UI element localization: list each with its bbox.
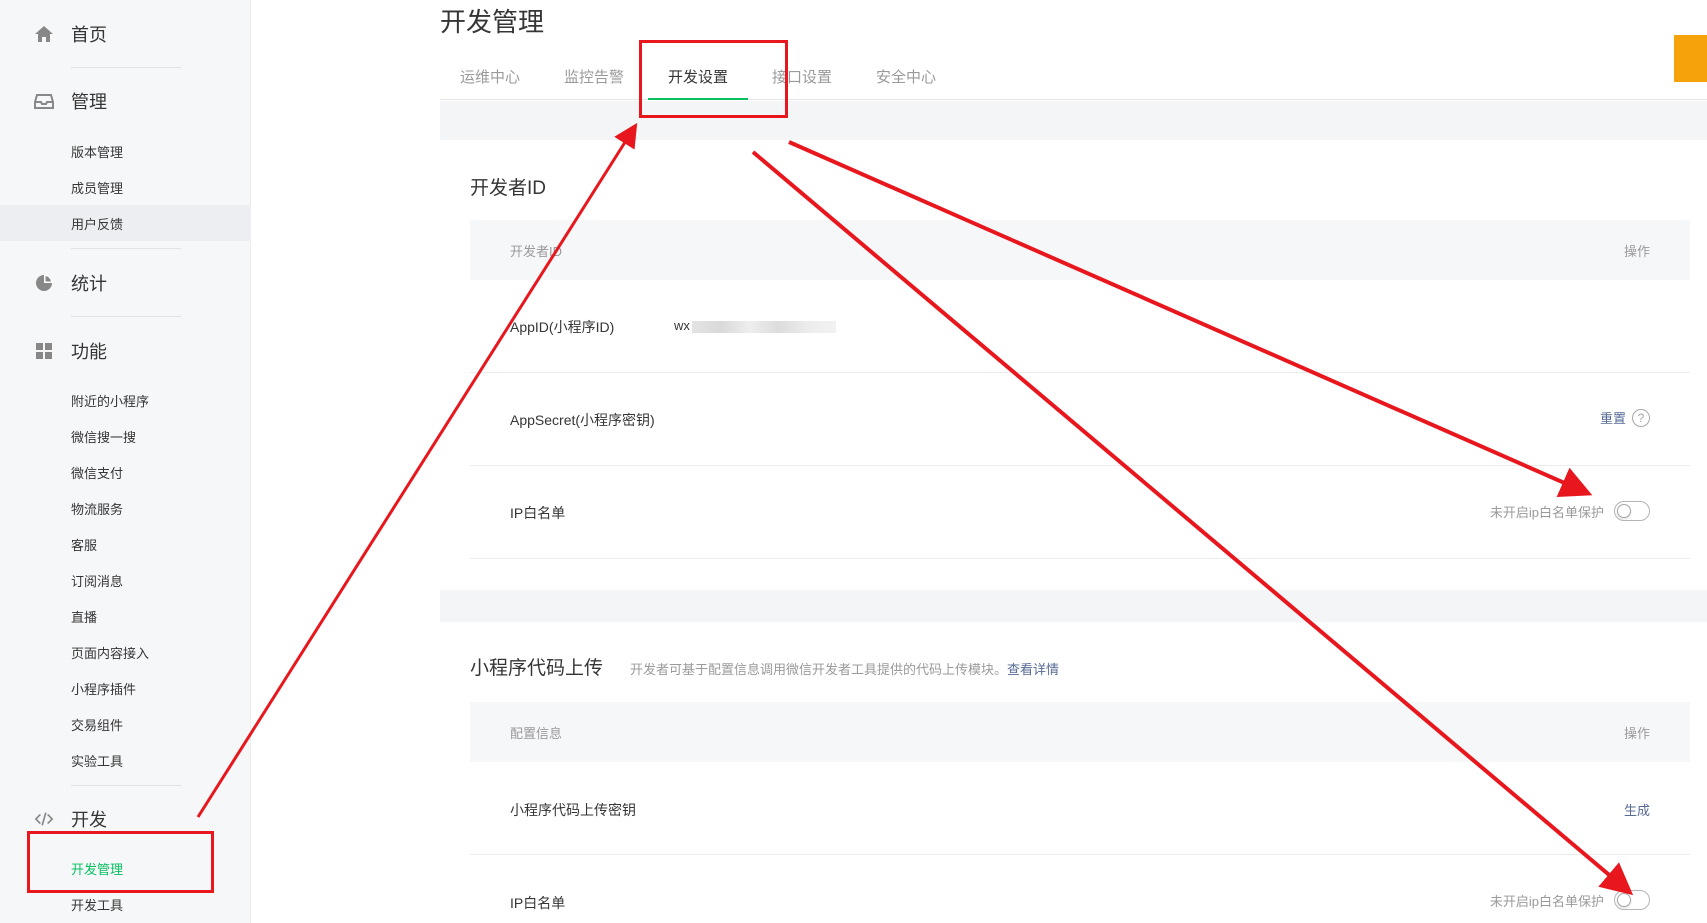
switch-status: 未开启ip白名单保护	[1489, 504, 1604, 520]
sidebar-item-label: 交易组件	[71, 717, 124, 733]
sidebar-item-live[interactable]: 直播	[0, 598, 251, 634]
nav-manage-label: 管理	[71, 92, 107, 112]
table-row: IP白名单 未开启ip白名单保护	[470, 855, 1690, 923]
sidebar-item-label: 版本管理	[71, 144, 124, 160]
upload-key-label: 小程序代码上传密钥	[510, 802, 636, 818]
sidebar-item-label: 客服	[71, 537, 98, 553]
ip-whitelist-toggle[interactable]	[1614, 501, 1650, 521]
tab-highlight-box	[639, 40, 788, 118]
ip-whitelist-toggle[interactable]	[1614, 890, 1650, 910]
sidebar-item-lab[interactable]: 实验工具	[0, 742, 251, 778]
sidebar-item-nearby[interactable]: 附近的小程序	[0, 382, 251, 418]
grid-icon	[34, 341, 54, 361]
divider	[71, 785, 181, 786]
table-row: 小程序代码上传密钥 生成	[470, 762, 1690, 855]
nav-stats-label: 统计	[71, 274, 107, 294]
nav-home-label: 首页	[71, 25, 107, 45]
sidebar-item-label: 物流服务	[71, 501, 124, 517]
inbox-icon	[34, 91, 54, 111]
code-upload-card: 小程序代码上传 开发者可基于配置信息调用微信开发者工具提供的代码上传模块。查看详…	[440, 622, 1707, 923]
home-icon	[34, 24, 54, 44]
toggle-knob	[1617, 893, 1631, 907]
tab-security[interactable]: 安全中心	[876, 56, 936, 100]
appid-label: AppID(小程序ID)	[510, 319, 615, 335]
sidebar-item-members[interactable]: 成员管理	[0, 169, 251, 205]
tab-ops[interactable]: 运维中心	[460, 56, 520, 100]
table-row: IP白名单 未开启ip白名单保护	[470, 466, 1690, 559]
appsecret-label: AppSecret(小程序密钥)	[510, 412, 655, 428]
pie-chart-icon	[34, 273, 54, 293]
sidebar-item-label: 成员管理	[71, 180, 124, 196]
divider	[71, 67, 181, 68]
sidebar-item-feedback[interactable]: 用户反馈	[0, 205, 251, 241]
sidebar-item-service[interactable]: 客服	[0, 526, 251, 562]
developer-id-card: 开发者ID 开发者ID 操作 AppID(小程序ID) wx AppSecret…	[440, 140, 1707, 590]
sidebar-item-label: 附近的小程序	[71, 393, 150, 409]
ip-whitelist-control: 未开启ip白名单保护	[1490, 890, 1650, 910]
column-header: 操作	[1623, 726, 1650, 741]
corner-widget[interactable]	[1674, 35, 1707, 82]
nav-dev-label: 开发	[71, 810, 107, 830]
table-row: AppSecret(小程序密钥) 重置 ?	[470, 373, 1690, 466]
divider	[71, 316, 181, 317]
tab-monitor[interactable]: 监控告警	[564, 56, 624, 100]
card-description: 开发者可基于配置信息调用微信开发者工具提供的代码上传模块。查看详情	[630, 662, 1060, 677]
nav-features-label: 功能	[71, 342, 107, 362]
help-icon[interactable]: ?	[1632, 408, 1650, 427]
sidebar: 首页 管理 版本管理 成员管理 用户反馈 统计 功能 附近的小程序 微信搜一搜 …	[0, 0, 251, 923]
tab-bar: 运维中心 监控告警 开发设置 接口设置 安全中心	[440, 56, 1707, 100]
sidebar-item-trade[interactable]: 交易组件	[0, 706, 251, 742]
sidebar-item-label: 微信搜一搜	[71, 429, 137, 445]
sidebar-item-version[interactable]: 版本管理	[0, 133, 251, 169]
divider	[71, 248, 181, 249]
generate-link[interactable]: 生成	[1624, 800, 1650, 819]
sidebar-highlight-box	[27, 831, 214, 893]
nav-stats[interactable]: 统计	[0, 263, 251, 303]
sidebar-item-plugin[interactable]: 小程序插件	[0, 670, 251, 706]
appsecret-actions: 重置 ?	[1600, 408, 1650, 427]
page-title: 开发管理	[440, 7, 545, 37]
sidebar-item-label: 微信支付	[71, 465, 124, 481]
nav-manage[interactable]: 管理	[0, 81, 251, 121]
sidebar-item-label: 直播	[71, 609, 98, 625]
ip-whitelist-label: IP白名单	[510, 895, 566, 911]
ip-whitelist-control: 未开启ip白名单保护	[1490, 501, 1650, 521]
column-header: 开发者ID	[510, 244, 563, 259]
nav-features[interactable]: 功能	[0, 331, 251, 371]
nav-home[interactable]: 首页	[0, 14, 251, 54]
sidebar-item-label: 用户反馈	[71, 216, 124, 232]
sidebar-item-label: 实验工具	[71, 753, 124, 769]
table-header: 配置信息 操作	[470, 702, 1690, 762]
column-header: 操作	[1623, 244, 1650, 259]
toggle-knob	[1617, 504, 1631, 518]
sidebar-item-label: 开发工具	[71, 897, 124, 913]
sidebar-item-page-content[interactable]: 页面内容接入	[0, 634, 251, 670]
ip-whitelist-label: IP白名单	[510, 505, 566, 521]
sidebar-item-label: 订阅消息	[71, 573, 124, 589]
card-title: 开发者ID	[470, 178, 547, 199]
sidebar-item-label: 页面内容接入	[71, 645, 150, 661]
sidebar-item-pay[interactable]: 微信支付	[0, 454, 251, 490]
sidebar-item-subscribe[interactable]: 订阅消息	[0, 562, 251, 598]
switch-status: 未开启ip白名单保护	[1489, 893, 1604, 909]
table-header: 开发者ID 操作	[470, 220, 1690, 280]
column-header: 配置信息	[510, 726, 563, 741]
card-title: 小程序代码上传	[470, 658, 604, 679]
sidebar-item-logistics[interactable]: 物流服务	[0, 490, 251, 526]
view-details-link[interactable]: 查看详情	[1007, 662, 1059, 677]
table-row: AppID(小程序ID) wx	[470, 280, 1690, 373]
sidebar-item-search[interactable]: 微信搜一搜	[0, 418, 251, 454]
sidebar-item-label: 小程序插件	[71, 681, 137, 697]
reset-link[interactable]: 重置	[1600, 408, 1626, 427]
code-icon	[34, 809, 54, 829]
appid-value: wx	[674, 318, 836, 333]
